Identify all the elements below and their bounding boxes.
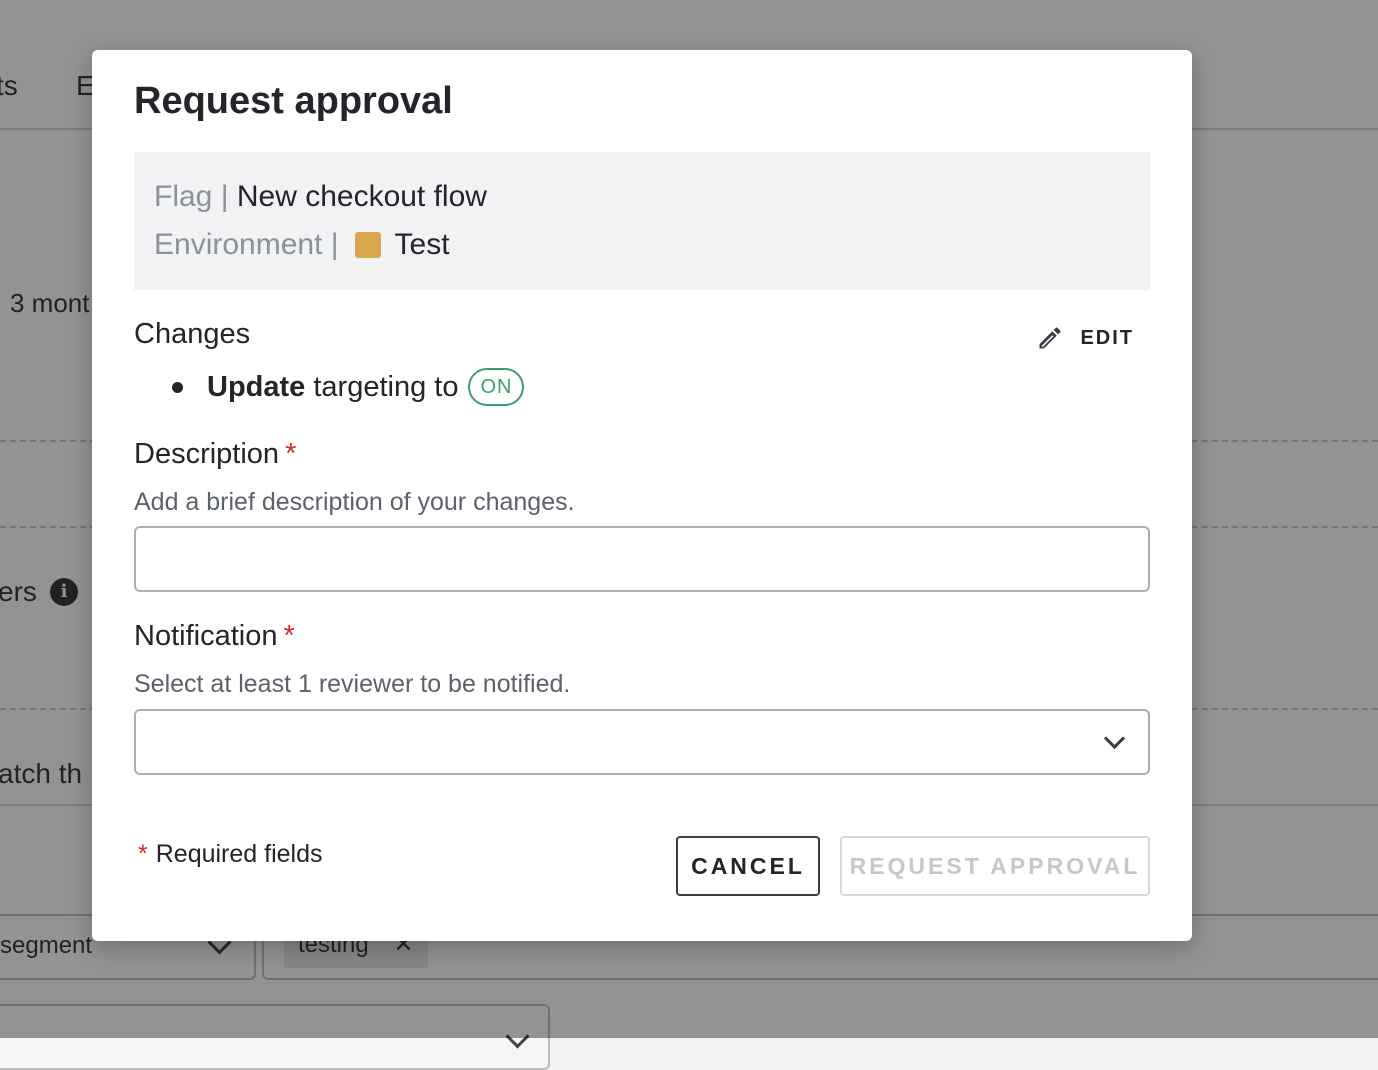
notification-label-text: Notification [134, 620, 278, 652]
flag-label: Flag | [154, 180, 229, 213]
required-asterisk: * [283, 620, 295, 652]
description-input[interactable] [134, 526, 1150, 592]
flag-name: New checkout flow [236, 180, 487, 213]
environment-label: Environment | [154, 228, 339, 261]
request-approval-modal: Request approval Flag | New checkout flo… [92, 50, 1192, 941]
description-helper: Add a brief description of your changes. [134, 488, 575, 516]
required-fields-note: * Required fields [138, 840, 323, 869]
modal-title: Request approval [134, 80, 453, 122]
environment-name: Test [394, 228, 450, 261]
environment-row: Environment | Test [154, 228, 450, 262]
required-fields-text: Required fields [155, 840, 323, 868]
change-text: targeting to [313, 370, 459, 403]
changes-label: Changes [134, 318, 251, 350]
request-approval-button[interactable]: REQUEST APPROVAL [840, 836, 1150, 896]
change-action: Update [207, 370, 306, 403]
status-badge: ON [468, 368, 525, 406]
reviewer-select[interactable] [134, 709, 1150, 775]
pencil-icon [1039, 327, 1061, 349]
description-label: Description * [134, 438, 296, 471]
required-asterisk: * [285, 438, 297, 470]
chevron-down-icon [1103, 727, 1126, 750]
edit-label: EDIT [1080, 326, 1134, 349]
notification-label: Notification * [134, 620, 295, 653]
bullet [172, 381, 183, 393]
environment-color-swatch [354, 232, 381, 258]
edit-changes-button[interactable]: EDIT [1036, 320, 1134, 356]
flag-row: Flag | New checkout flow [154, 180, 487, 214]
description-label-text: Description [134, 438, 280, 470]
flag-summary: Flag | New checkout flow Environment | Te… [134, 152, 1150, 290]
cancel-button[interactable]: CANCEL [676, 836, 820, 896]
required-asterisk: * [138, 840, 148, 868]
notification-helper: Select at least 1 reviewer to be notifie… [134, 670, 571, 698]
change-list-item: Update targeting to ON [172, 368, 525, 406]
